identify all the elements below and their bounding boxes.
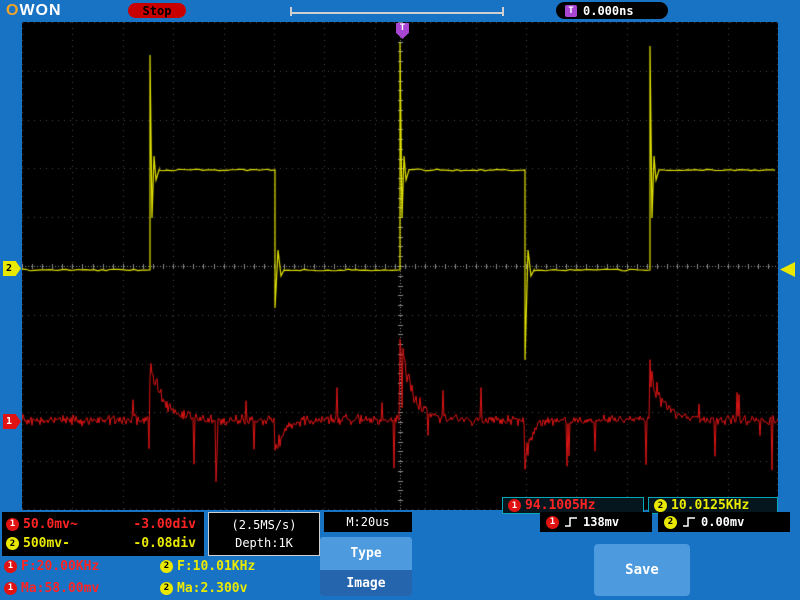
ch2-trigger-readout: 2 0.00mv [658,512,790,532]
brand-logo-rest: WON [19,2,62,19]
ch2-badge: 2 [6,537,19,551]
ch1-badge: 1 [546,515,559,529]
ch1-scale-row: 1 50.0mv~ -3.00div [6,517,200,532]
ch2-scale: 500mv- [23,536,70,552]
stop-button[interactable]: Stop [128,3,186,18]
scope-screen [22,22,778,510]
ch1-freq-measurement: 1 F:20.00KHz [4,557,99,575]
ch1-trigger-level: 138mv [583,515,620,529]
ch1-badge: 1 [508,499,521,512]
brand-logo: OWON [6,2,62,20]
trigger-level-marker[interactable] [780,262,795,277]
trigger-position-ruler [290,12,504,14]
type-value-image[interactable]: Image [320,570,412,596]
ch2-badge: 2 [664,515,677,529]
ch1-max-value: Ma:58.00mv [21,580,100,596]
brand-logo-o: O [6,2,20,19]
ch1-trigger-readout: 1 138mv [540,512,652,532]
ch2-badge: 2 [654,499,667,512]
ruler-right-tick [502,7,504,16]
ch1-badge: 1 [4,559,17,573]
trigger-t-icon: T [565,4,577,17]
ch2-freq-measurement: 2 F:10.01KHz [160,557,255,575]
rising-edge-icon [682,516,696,528]
ruler-left-tick [290,7,292,16]
ch1-position-marker[interactable]: 1 [3,414,21,429]
sample-rate-box: (2.5MS/s) Depth:1K [208,512,320,556]
ch1-frequency-value: 94.1005Hz [525,498,596,513]
ch1-scale: 50.0mv~ [23,516,78,532]
memory-depth: Depth:1K [235,536,293,551]
ch2-max-measurement: 2 Ma:2.300v [160,579,247,597]
channel-scale-box: 1 50.0mv~ -3.00div 2 500mv- -0.08div [2,512,204,556]
type-image-button[interactable]: Type Image [320,537,412,596]
trigger-time-value: 0.000ns [583,3,634,18]
save-button[interactable]: Save [594,544,690,596]
ch2-trigger-level: 0.00mv [701,515,745,529]
waveform-canvas [22,22,778,510]
ch2-max-value: Ma:2.300v [177,580,248,596]
ch1-freq-value: F:20.00KHz [21,558,100,574]
ch1-badge: 1 [6,517,19,531]
ch1-position: -3.00div [133,516,196,532]
rising-edge-icon [564,516,578,528]
ch2-position-marker[interactable]: 2 [3,261,21,276]
sample-rate: (2.5MS/s) [231,517,297,532]
ch2-frequency-value: 10.0125KHz [671,498,750,513]
ch1-badge: 1 [4,581,17,595]
ch1-max-measurement: 1 Ma:58.00mv [4,579,99,597]
ch2-freq-value: F:10.01KHz [177,558,256,574]
ch2-scale-row: 2 500mv- -0.08div [6,536,200,551]
timebase-readout: M:20us [324,512,412,532]
ch2-position: -0.08div [133,536,196,552]
oscilloscope-frame: OWON Stop T 0.000ns T 2 1 1 94.1005Hz 2 … [0,0,800,600]
ch2-badge: 2 [160,559,173,573]
ch2-badge: 2 [160,581,173,595]
trigger-time-readout: T 0.000ns [556,2,668,19]
type-label: Type [350,546,382,561]
